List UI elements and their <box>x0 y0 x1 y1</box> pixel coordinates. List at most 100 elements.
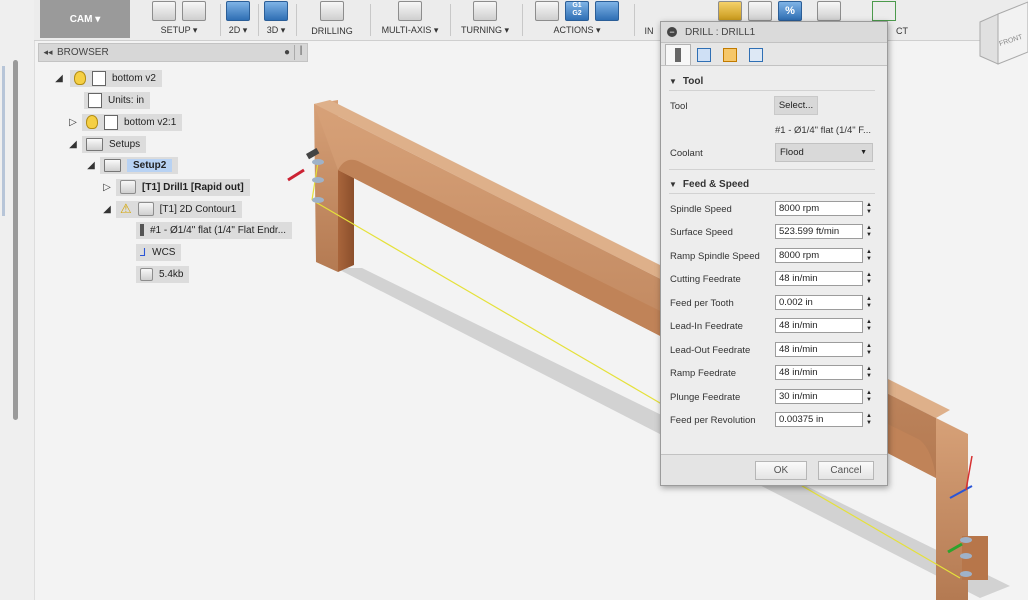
collapse-dialog-icon[interactable]: − <box>667 27 677 37</box>
turning-group[interactable]: TURNING ▾ <box>450 0 520 38</box>
endmill-icon <box>140 224 144 236</box>
setup-menu[interactable]: SETUP ▾ <box>142 25 216 36</box>
cycle-tab-icon <box>749 48 763 62</box>
2d-group[interactable]: 2D ▾ <box>220 0 256 38</box>
multi-axis-group[interactable]: MULTI-AXIS ▾ <box>370 0 450 38</box>
cancel-button[interactable]: Cancel <box>818 461 874 480</box>
spinner-icon[interactable]: ▲ ▼ <box>865 389 873 404</box>
tree-node-component[interactable]: ▷ bottom v2:1 <box>66 113 183 131</box>
tool-section-header[interactable]: ▼ Tool <box>669 76 703 87</box>
expanded-triangle-icon[interactable]: ◢ <box>84 160 98 171</box>
tree-node-wcs[interactable]: ⅃ WCS <box>136 243 182 261</box>
geometry-tab-icon <box>697 48 711 62</box>
browser-minimize-icon[interactable]: ● <box>280 47 294 58</box>
param-label: Ramp Feedrate <box>670 368 737 379</box>
tree-node-contour1[interactable]: ◢ ⚠ [T1] 2D Contour1 <box>100 200 243 218</box>
spinner-icon[interactable]: ▲ ▼ <box>865 318 873 333</box>
plunge-feedrate-input[interactable]: 30 in/min <box>775 389 863 404</box>
visibility-bulb-icon[interactable] <box>86 115 98 129</box>
drilling-button[interactable]: DRILLING <box>296 26 368 36</box>
expanded-triangle-icon[interactable]: ◢ <box>52 73 66 84</box>
feed-per-revolution-input[interactable]: 0.00375 in <box>775 412 863 427</box>
param-label: Feed per Revolution <box>670 415 756 426</box>
spinner-icon[interactable]: ▲ ▼ <box>865 224 873 239</box>
turning-icon <box>473 1 497 21</box>
actions-group[interactable]: G1 G2 ACTIONS ▾ <box>522 0 632 38</box>
collapsed-triangle-icon[interactable]: ▷ <box>100 182 114 193</box>
coolant-label: Coolant <box>670 148 703 159</box>
tree-node-tool[interactable]: #1 - Ø1/4" flat (1/4" Flat Endr... <box>136 221 293 239</box>
collapsed-triangle-icon[interactable]: ▷ <box>66 117 80 128</box>
expanded-triangle-icon[interactable]: ◢ <box>66 139 80 150</box>
ok-button[interactable]: OK <box>755 461 807 480</box>
post-process-icon: G1 G2 <box>565 1 589 21</box>
3d-menu[interactable]: 3D ▾ <box>258 25 294 36</box>
gcode-g1-text: G1 <box>572 2 582 9</box>
tree-node-size[interactable]: 5.4kb <box>136 265 190 283</box>
section-divider <box>669 169 875 170</box>
heights-tab-icon <box>723 48 737 62</box>
setup-icon <box>104 158 121 172</box>
workspace-switcher[interactable]: CAM ▾ <box>40 0 130 38</box>
ramp-spindle-speed-input[interactable]: 8000 rpm <box>775 248 863 263</box>
tab-tool[interactable] <box>665 44 691 65</box>
param-label: Plunge Feedrate <box>670 392 741 403</box>
multi-axis-menu[interactable]: MULTI-AXIS ▾ <box>370 25 450 36</box>
setup-group[interactable]: SETUP ▾ <box>142 0 216 38</box>
lead-out-feedrate-input[interactable]: 48 in/min <box>775 342 863 357</box>
simulate-icon <box>535 1 559 21</box>
expanded-triangle-icon[interactable]: ◢ <box>100 204 114 215</box>
visibility-bulb-icon[interactable] <box>74 71 86 85</box>
gcode-g2-text: G2 <box>572 10 582 17</box>
left-edge-panel <box>0 0 35 600</box>
drilling-group[interactable]: DRILLING <box>296 0 368 38</box>
coolant-select[interactable]: Flood ▼ <box>775 143 873 162</box>
lead-in-feedrate-input[interactable]: 48 in/min <box>775 318 863 333</box>
spindle-speed-input[interactable]: 8000 rpm <box>775 201 863 216</box>
browser-pin-icon[interactable]: | <box>294 45 307 60</box>
surface-speed-input[interactable]: 523.599 ft/min <box>775 224 863 239</box>
spinner-icon[interactable]: ▲ ▼ <box>865 248 873 263</box>
feed-speed-section-header[interactable]: ▼ Feed & Speed <box>669 179 749 190</box>
spinner-icon[interactable]: ▲ ▼ <box>865 412 873 427</box>
dialog-title-bar[interactable]: − DRILL : DRILL1 <box>661 22 887 43</box>
units-doc-icon <box>88 92 102 108</box>
spinner-icon[interactable]: ▲ ▼ <box>865 295 873 310</box>
setup-sheet-icon <box>182 1 206 21</box>
param-label: Lead-In Feedrate <box>670 321 743 332</box>
select-tool-button[interactable]: Select... <box>774 96 818 115</box>
select-arrow-icon <box>872 1 896 21</box>
2d-menu[interactable]: 2D ▾ <box>220 25 256 36</box>
dialog-title: DRILL : DRILL1 <box>685 26 756 38</box>
tool-label: Tool <box>670 101 688 112</box>
collapse-browser-icon[interactable]: ◂◂ <box>39 47 57 58</box>
tree-node-setup2[interactable]: ◢ Setup2 <box>84 156 179 174</box>
tree-label: bottom v2:1 <box>124 116 177 128</box>
spinner-icon[interactable]: ▲ ▼ <box>865 342 873 357</box>
tree-node-drill1[interactable]: ▷ [T1] Drill1 [Rapid out] <box>100 178 250 196</box>
tab-geometry[interactable] <box>691 44 717 66</box>
cutting-feedrate-input[interactable]: 48 in/min <box>775 271 863 286</box>
actions-menu[interactable]: ACTIONS ▾ <box>522 25 632 36</box>
tree-node-document[interactable]: ◢ bottom v2 <box>52 69 162 87</box>
spinner-icon[interactable]: ▲ ▼ <box>865 201 873 216</box>
spinner-icon[interactable]: ▲ ▼ <box>865 365 873 380</box>
view-cube[interactable]: FRONT <box>978 0 1028 70</box>
feed-per-tooth-input[interactable]: 0.002 in <box>775 295 863 310</box>
spinner-icon[interactable]: ▲ ▼ <box>865 271 873 286</box>
drill-operation-icon <box>120 180 136 194</box>
3d-group[interactable]: 3D ▾ <box>258 0 294 38</box>
ramp-feedrate-input[interactable]: 48 in/min <box>775 365 863 380</box>
tree-node-units[interactable]: Units: in <box>84 91 151 109</box>
param-label: Lead-Out Feedrate <box>670 345 751 356</box>
contour-operation-icon <box>137 202 154 216</box>
warning-icon: ⚠ <box>120 201 132 216</box>
percent-icon: % <box>778 1 802 21</box>
tab-heights[interactable] <box>717 44 743 66</box>
tree-label: 5.4kb <box>159 268 184 280</box>
tab-cycle[interactable] <box>743 44 769 66</box>
section-expanded-triangle-icon: ▼ <box>669 77 677 86</box>
tree-node-setups[interactable]: ◢ Setups <box>66 135 147 153</box>
vertical-scrollbar[interactable] <box>13 60 18 420</box>
turning-menu[interactable]: TURNING ▾ <box>450 25 520 36</box>
